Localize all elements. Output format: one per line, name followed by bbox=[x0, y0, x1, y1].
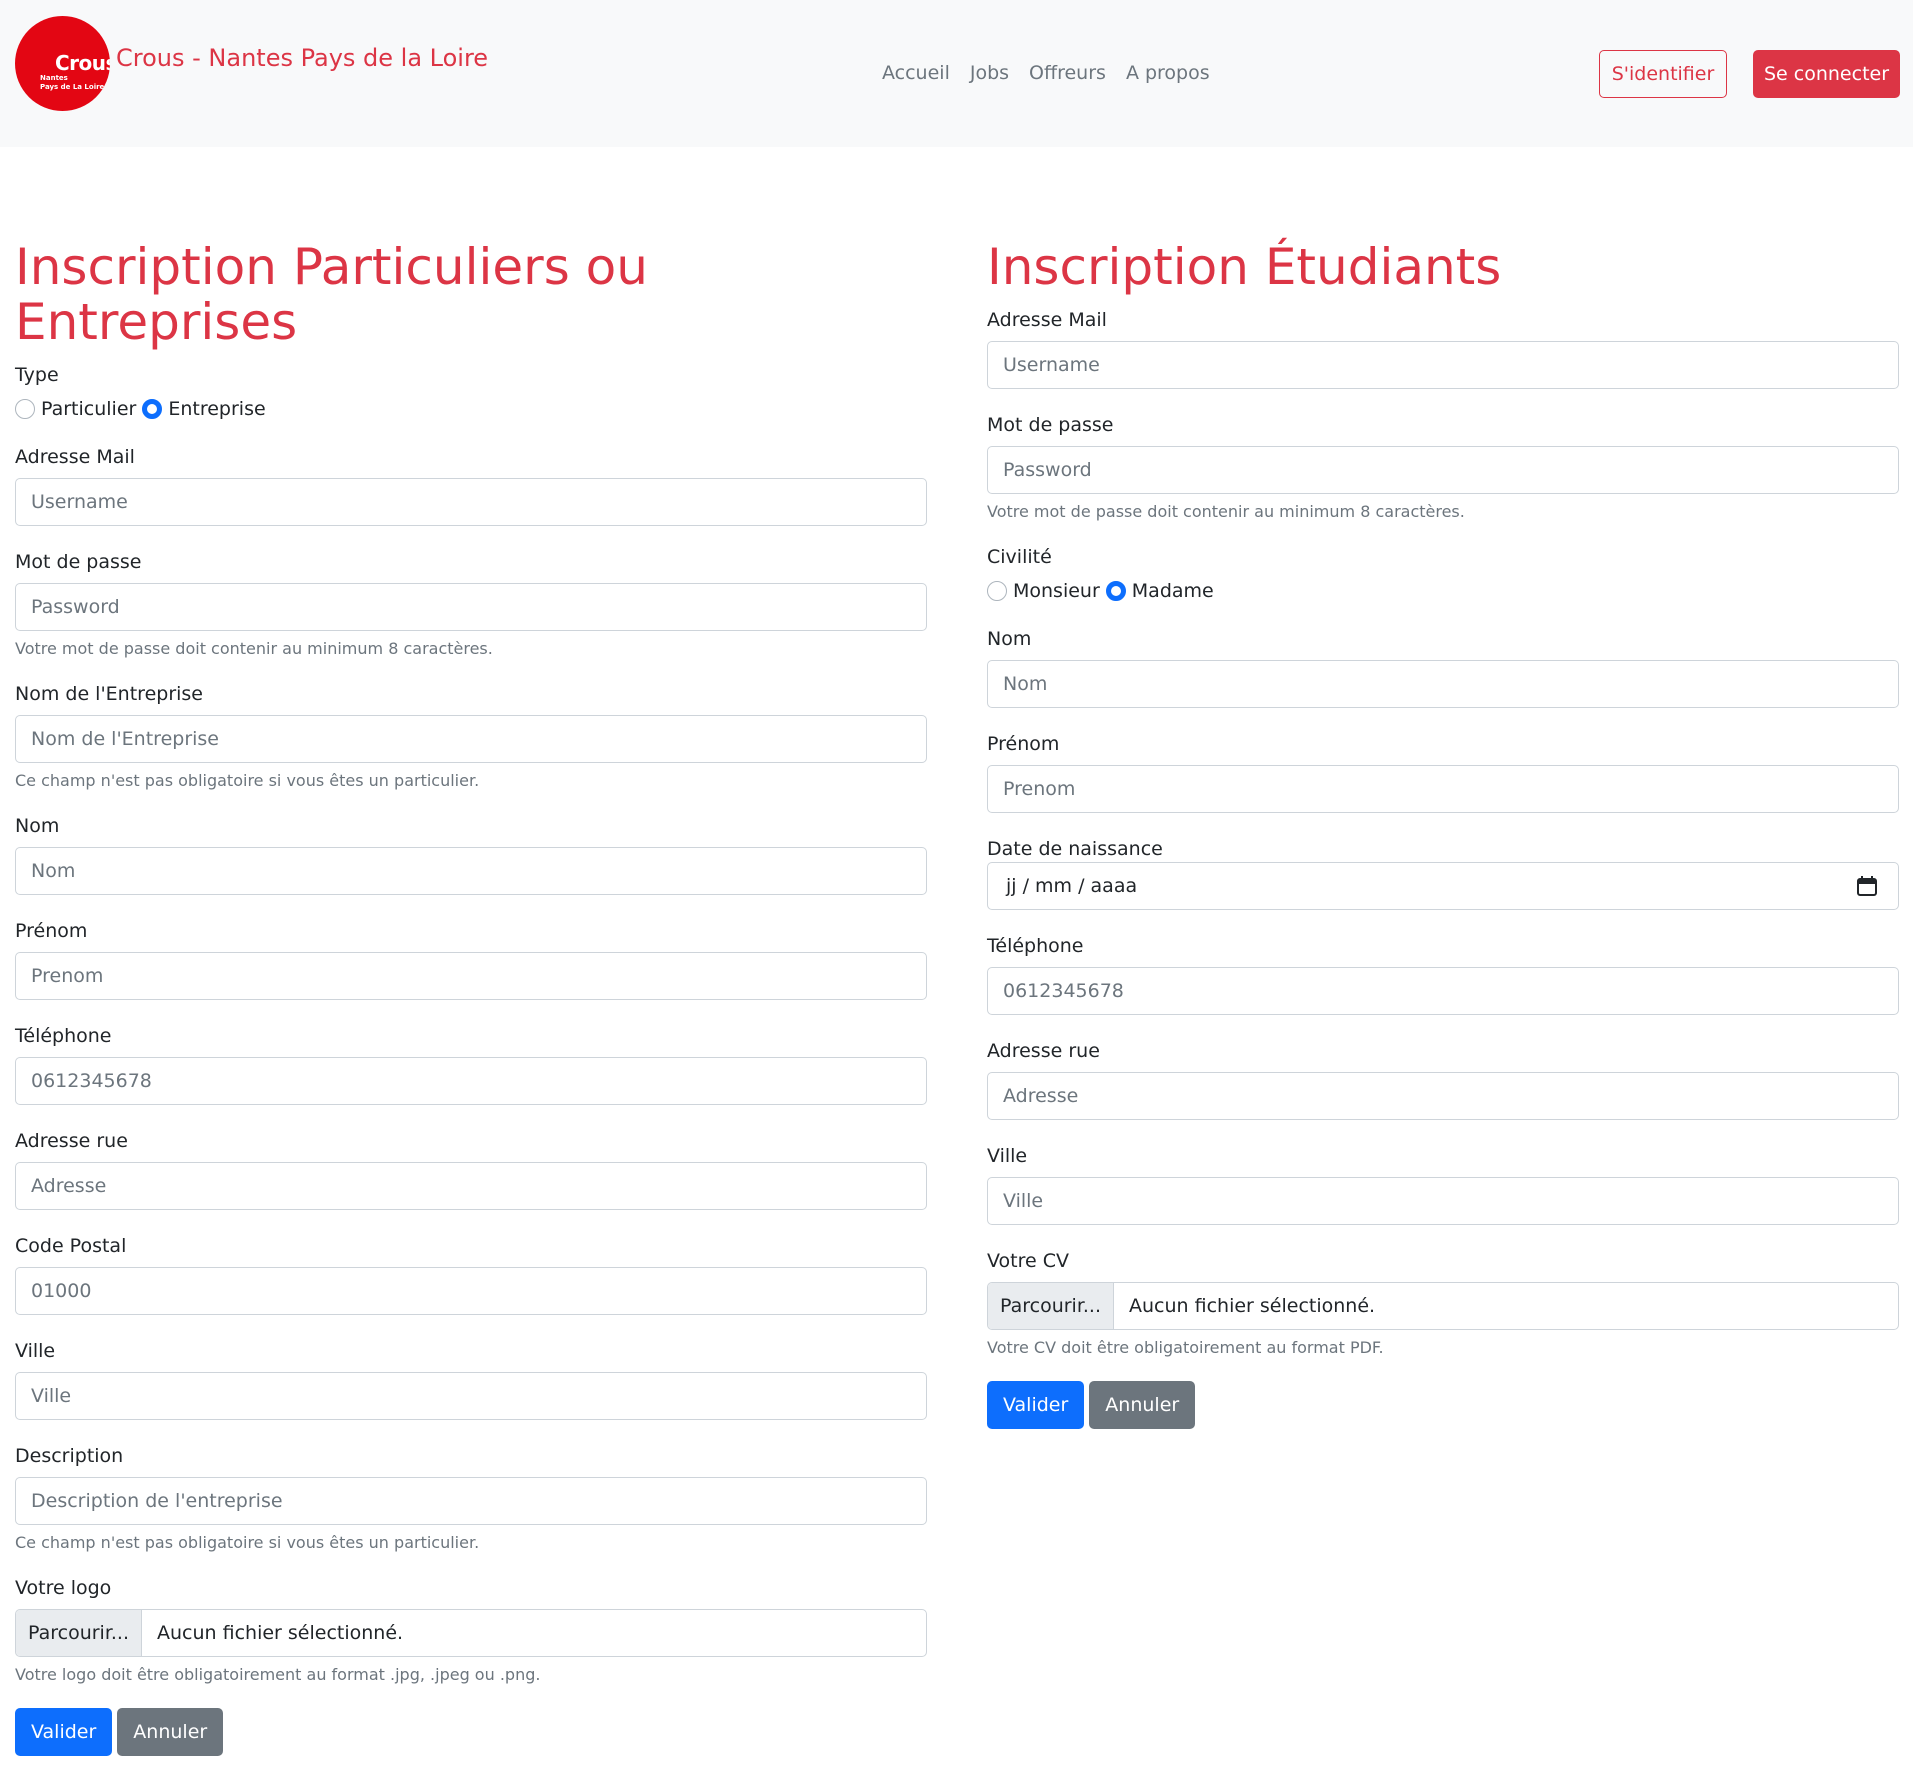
logo-text: Crous bbox=[55, 51, 110, 75]
lastname-label: Nom bbox=[15, 815, 60, 837]
logo-subtext-2: Pays de La Loire bbox=[40, 83, 105, 91]
firstname-label: Prénom bbox=[15, 920, 88, 942]
type-label: Type bbox=[15, 364, 59, 386]
nav-link-offreurs[interactable]: Offreurs bbox=[1029, 62, 1106, 84]
nav-link-jobs[interactable]: Jobs bbox=[970, 62, 1009, 84]
student-email-input[interactable] bbox=[987, 341, 1899, 389]
logo-browse-button[interactable]: Parcourir... bbox=[16, 1610, 142, 1656]
student-form-actions: Valider Annuler bbox=[987, 1381, 1899, 1429]
student-firstname-label: Prénom bbox=[987, 733, 1060, 755]
cv-help: Votre CV doit être obligatoirement au fo… bbox=[987, 1338, 1384, 1357]
logo-file-input[interactable]: Parcourir... Aucun fichier sélectionné. bbox=[15, 1609, 927, 1657]
company-form-actions: Valider Annuler bbox=[15, 1708, 927, 1756]
password-label: Mot de passe bbox=[15, 551, 142, 573]
company-form-title: Inscription Particuliers ou Entreprises bbox=[15, 238, 648, 351]
company-city-input[interactable] bbox=[15, 1372, 927, 1420]
birthdate-input[interactable]: jj / mm / aaaa bbox=[987, 862, 1899, 910]
nav-link-accueil[interactable]: Accueil bbox=[882, 62, 950, 84]
student-lastname-label: Nom bbox=[987, 628, 1032, 650]
student-street-input[interactable] bbox=[987, 1072, 1899, 1120]
company-registration-form: Inscription Particuliers ou Entreprises … bbox=[15, 240, 927, 1756]
company-description-input[interactable] bbox=[15, 1477, 927, 1525]
company-zip-input[interactable] bbox=[15, 1267, 927, 1315]
logo-subtext-1: Nantes bbox=[40, 74, 68, 82]
company-email-input[interactable] bbox=[15, 478, 927, 526]
radio-particulier[interactable] bbox=[15, 399, 35, 419]
company-name-input[interactable] bbox=[15, 715, 927, 763]
civility-radio-group: Monsieur Madame bbox=[987, 576, 1899, 606]
city-label: Ville bbox=[15, 1340, 56, 1362]
student-city-label: Ville bbox=[987, 1145, 1028, 1167]
radio-madame-label[interactable]: Madame bbox=[1132, 580, 1214, 602]
crous-logo[interactable]: Crous Nantes Pays de La Loire bbox=[15, 16, 110, 111]
student-form-title: Inscription Étudiants bbox=[987, 238, 1502, 296]
cv-file-input[interactable]: Parcourir... Aucun fichier sélectionné. bbox=[987, 1282, 1899, 1330]
cv-upload-label: Votre CV bbox=[987, 1250, 1069, 1272]
student-submit-button[interactable]: Valider bbox=[987, 1381, 1085, 1429]
civility-label: Civilité bbox=[987, 546, 1052, 568]
identify-button[interactable]: S'identifier bbox=[1599, 50, 1727, 98]
radio-entreprise-label[interactable]: Entreprise bbox=[168, 398, 265, 420]
student-password-help: Votre mot de passe doit contenir au mini… bbox=[987, 502, 1465, 521]
student-email-label: Adresse Mail bbox=[987, 309, 1107, 331]
logo-upload-label: Votre logo bbox=[15, 1577, 112, 1599]
student-street-label: Adresse rue bbox=[987, 1040, 1100, 1062]
cv-file-status: Aucun fichier sélectionné. bbox=[1129, 1295, 1376, 1317]
type-radio-group: Particulier Entreprise bbox=[15, 394, 927, 424]
brand-title[interactable]: Crous - Nantes Pays de la Loire bbox=[116, 44, 488, 72]
company-password-input[interactable] bbox=[15, 583, 927, 631]
nav-link-a-propos[interactable]: A propos bbox=[1126, 62, 1210, 84]
street-label: Adresse rue bbox=[15, 1130, 128, 1152]
logo-file-status: Aucun fichier sélectionné. bbox=[157, 1622, 404, 1644]
company-lastname-input[interactable] bbox=[15, 847, 927, 895]
cv-browse-button[interactable]: Parcourir... bbox=[988, 1283, 1114, 1329]
student-password-input[interactable] bbox=[987, 446, 1899, 494]
main-nav: Accueil Jobs Offreurs A propos bbox=[882, 62, 1210, 84]
description-help: Ce champ n'est pas obligatoire si vous ê… bbox=[15, 1533, 480, 1552]
student-cancel-button[interactable]: Annuler bbox=[1089, 1381, 1196, 1429]
company-name-help: Ce champ n'est pas obligatoire si vous ê… bbox=[15, 771, 480, 790]
company-street-input[interactable] bbox=[15, 1162, 927, 1210]
radio-madame[interactable] bbox=[1105, 581, 1126, 601]
birthdate-value: jj / mm / aaaa bbox=[1006, 875, 1138, 897]
connect-button[interactable]: Se connecter bbox=[1753, 50, 1900, 98]
student-firstname-input[interactable] bbox=[987, 765, 1899, 813]
birthdate-label: Date de naissance bbox=[987, 838, 1163, 860]
zip-label: Code Postal bbox=[15, 1235, 127, 1257]
student-lastname-input[interactable] bbox=[987, 660, 1899, 708]
student-phone-input[interactable] bbox=[987, 967, 1899, 1015]
radio-monsieur[interactable] bbox=[987, 581, 1007, 601]
company-name-label: Nom de l'Entreprise bbox=[15, 683, 203, 705]
company-firstname-input[interactable] bbox=[15, 952, 927, 1000]
radio-particulier-label[interactable]: Particulier bbox=[41, 398, 136, 420]
radio-entreprise[interactable] bbox=[142, 399, 163, 419]
company-cancel-button[interactable]: Annuler bbox=[117, 1708, 224, 1756]
email-label: Adresse Mail bbox=[15, 446, 135, 468]
student-registration-form: Inscription Étudiants Adresse Mail Mot d… bbox=[987, 240, 1899, 1429]
student-city-input[interactable] bbox=[987, 1177, 1899, 1225]
radio-monsieur-label[interactable]: Monsieur bbox=[1013, 580, 1100, 602]
calendar-icon[interactable] bbox=[1856, 875, 1878, 897]
logo-help: Votre logo doit être obligatoirement au … bbox=[15, 1665, 541, 1684]
student-password-label: Mot de passe bbox=[987, 414, 1114, 436]
phone-label: Téléphone bbox=[15, 1025, 112, 1047]
company-phone-input[interactable] bbox=[15, 1057, 927, 1105]
navbar: Crous Nantes Pays de La Loire Crous - Na… bbox=[0, 0, 1913, 147]
student-phone-label: Téléphone bbox=[987, 935, 1084, 957]
description-label: Description bbox=[15, 1445, 124, 1467]
password-help: Votre mot de passe doit contenir au mini… bbox=[15, 639, 493, 658]
company-submit-button[interactable]: Valider bbox=[15, 1708, 113, 1756]
